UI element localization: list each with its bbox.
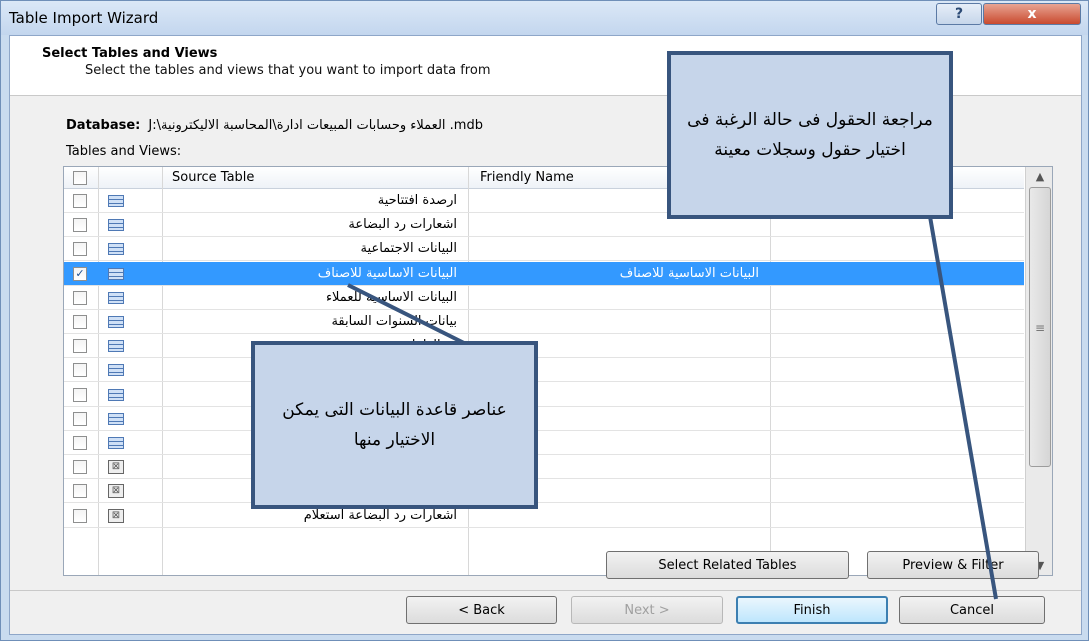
source-table-cell: البيانات الاجتماعية xyxy=(360,241,457,257)
page-title: Select Tables and Views xyxy=(42,46,218,61)
friendly-name-cell[interactable]: البيانات الاساسية للاصناف xyxy=(469,266,769,281)
table-icon xyxy=(108,243,124,256)
col-friendly-name[interactable]: Friendly Name xyxy=(480,170,574,185)
table-icon xyxy=(108,437,124,449)
table-row[interactable]: ⊠ت الحركة xyxy=(64,455,1024,480)
source-table-cell: اشعارات رد البضاعة xyxy=(348,217,457,233)
table-icon xyxy=(108,388,124,401)
table-icon xyxy=(108,412,124,425)
scroll-up-arrow-icon[interactable]: ▲ xyxy=(1031,170,1049,183)
source-table-cell: ارصدة افتتاحية xyxy=(377,193,457,208)
window-title: Table Import Wizard xyxy=(9,9,159,27)
vertical-scrollbar[interactable]: ▲ ≡ ▼ xyxy=(1025,167,1052,575)
row-checkbox[interactable] xyxy=(73,315,87,329)
table-row[interactable]: راتير البيع xyxy=(64,431,1024,455)
row-checkbox[interactable]: ✓ xyxy=(73,266,87,281)
col-source-table[interactable]: Source Table xyxy=(172,170,254,185)
row-checkbox[interactable] xyxy=(73,387,87,402)
table-row[interactable]: ع العملاء xyxy=(64,407,1024,431)
select-all-checkbox[interactable] xyxy=(73,171,87,185)
view-icon: ⊠ xyxy=(108,460,124,475)
back-button[interactable]: < Back xyxy=(406,596,557,624)
table-row[interactable]: ✓ البيانات الاساسية للاصناف البيانات الاسا… xyxy=(64,261,1024,286)
database-line: Database: J:\العملاء وحسابات المبيعات اد… xyxy=(66,118,483,133)
table-row[interactable]: ⊠ اشعارات رد البضاعة استعلام xyxy=(64,504,1024,528)
row-checkbox[interactable] xyxy=(73,508,87,523)
tables-views-label: Tables and Views: xyxy=(66,144,182,159)
view-icon: ⊠ xyxy=(108,484,124,499)
table-icon xyxy=(108,195,124,207)
finish-button[interactable]: Finish xyxy=(736,596,888,624)
title-bar: Table Import Wizard ? x xyxy=(1,1,1088,35)
row-checkbox[interactable] xyxy=(73,218,87,233)
view-icon: ⊠ xyxy=(108,508,124,523)
row-checkbox[interactable] xyxy=(73,411,87,426)
row-checkbox[interactable] xyxy=(73,339,87,354)
table-row[interactable]: عارات الرد xyxy=(64,358,1024,383)
cancel-button[interactable]: Cancel xyxy=(899,596,1045,624)
table-icon xyxy=(108,340,124,353)
source-table-cell: اشعارات رد البضاعة استعلام xyxy=(303,507,457,523)
table-icon xyxy=(108,364,124,377)
table-row[interactable]: ت العاملين xyxy=(64,334,1024,359)
table-row[interactable]: البيانات الاساسية للعملاء xyxy=(64,286,1024,310)
database-label: Database: xyxy=(66,118,141,133)
table-row[interactable]: ل الفاتورة xyxy=(64,383,1024,407)
source-table-cell: البيانات الاساسية للعملاء xyxy=(325,289,457,305)
page-subtitle: Select the tables and views that you wan… xyxy=(85,63,491,78)
scroll-thumb[interactable]: ≡ xyxy=(1029,187,1051,467)
tables-grid[interactable]: Source Table Friendly Name ارصدة افتتاحي… xyxy=(63,166,1053,576)
table-icon xyxy=(108,291,124,304)
database-path: J:\العملاء وحسابات المبيعات ادارة\المحاس… xyxy=(148,118,483,133)
footer-divider xyxy=(10,590,1081,591)
next-button[interactable]: Next > xyxy=(571,596,723,624)
table-icon xyxy=(108,316,124,328)
row-checkbox[interactable] xyxy=(73,436,87,450)
table-icon xyxy=(108,219,124,232)
callout-database-items: عناصر قاعدة البيانات التى يمكن الاختيار … xyxy=(251,341,538,509)
table-icon xyxy=(108,267,124,280)
row-checkbox[interactable] xyxy=(73,363,87,378)
callout-review-fields: مراجعة الحقول فى حالة الرغبة فى اختيار ح… xyxy=(667,51,953,219)
row-checkbox[interactable] xyxy=(73,290,87,305)
row-checkbox[interactable] xyxy=(73,242,87,257)
source-table-cell: بيانات السنوات السابقة xyxy=(331,314,457,329)
row-checkbox[interactable] xyxy=(73,460,87,475)
table-row[interactable]: البيانات الاجتماعية xyxy=(64,237,1024,262)
close-button[interactable]: x xyxy=(983,3,1081,25)
source-table-cell: البيانات الاساسية للاصناف xyxy=(317,265,457,281)
row-checkbox[interactable] xyxy=(73,194,87,208)
preview-filter-button[interactable]: Preview & Filter xyxy=(867,551,1039,579)
table-row[interactable]: بيانات السنوات السابقة xyxy=(64,310,1024,334)
dialog-window: Table Import Wizard ? x Select Tables an… xyxy=(0,0,1089,641)
table-row[interactable]: ⊠دة العملاء xyxy=(64,479,1024,504)
select-related-tables-button[interactable]: Select Related Tables xyxy=(606,551,849,579)
help-button[interactable]: ? xyxy=(936,3,982,25)
row-checkbox[interactable] xyxy=(73,484,87,499)
